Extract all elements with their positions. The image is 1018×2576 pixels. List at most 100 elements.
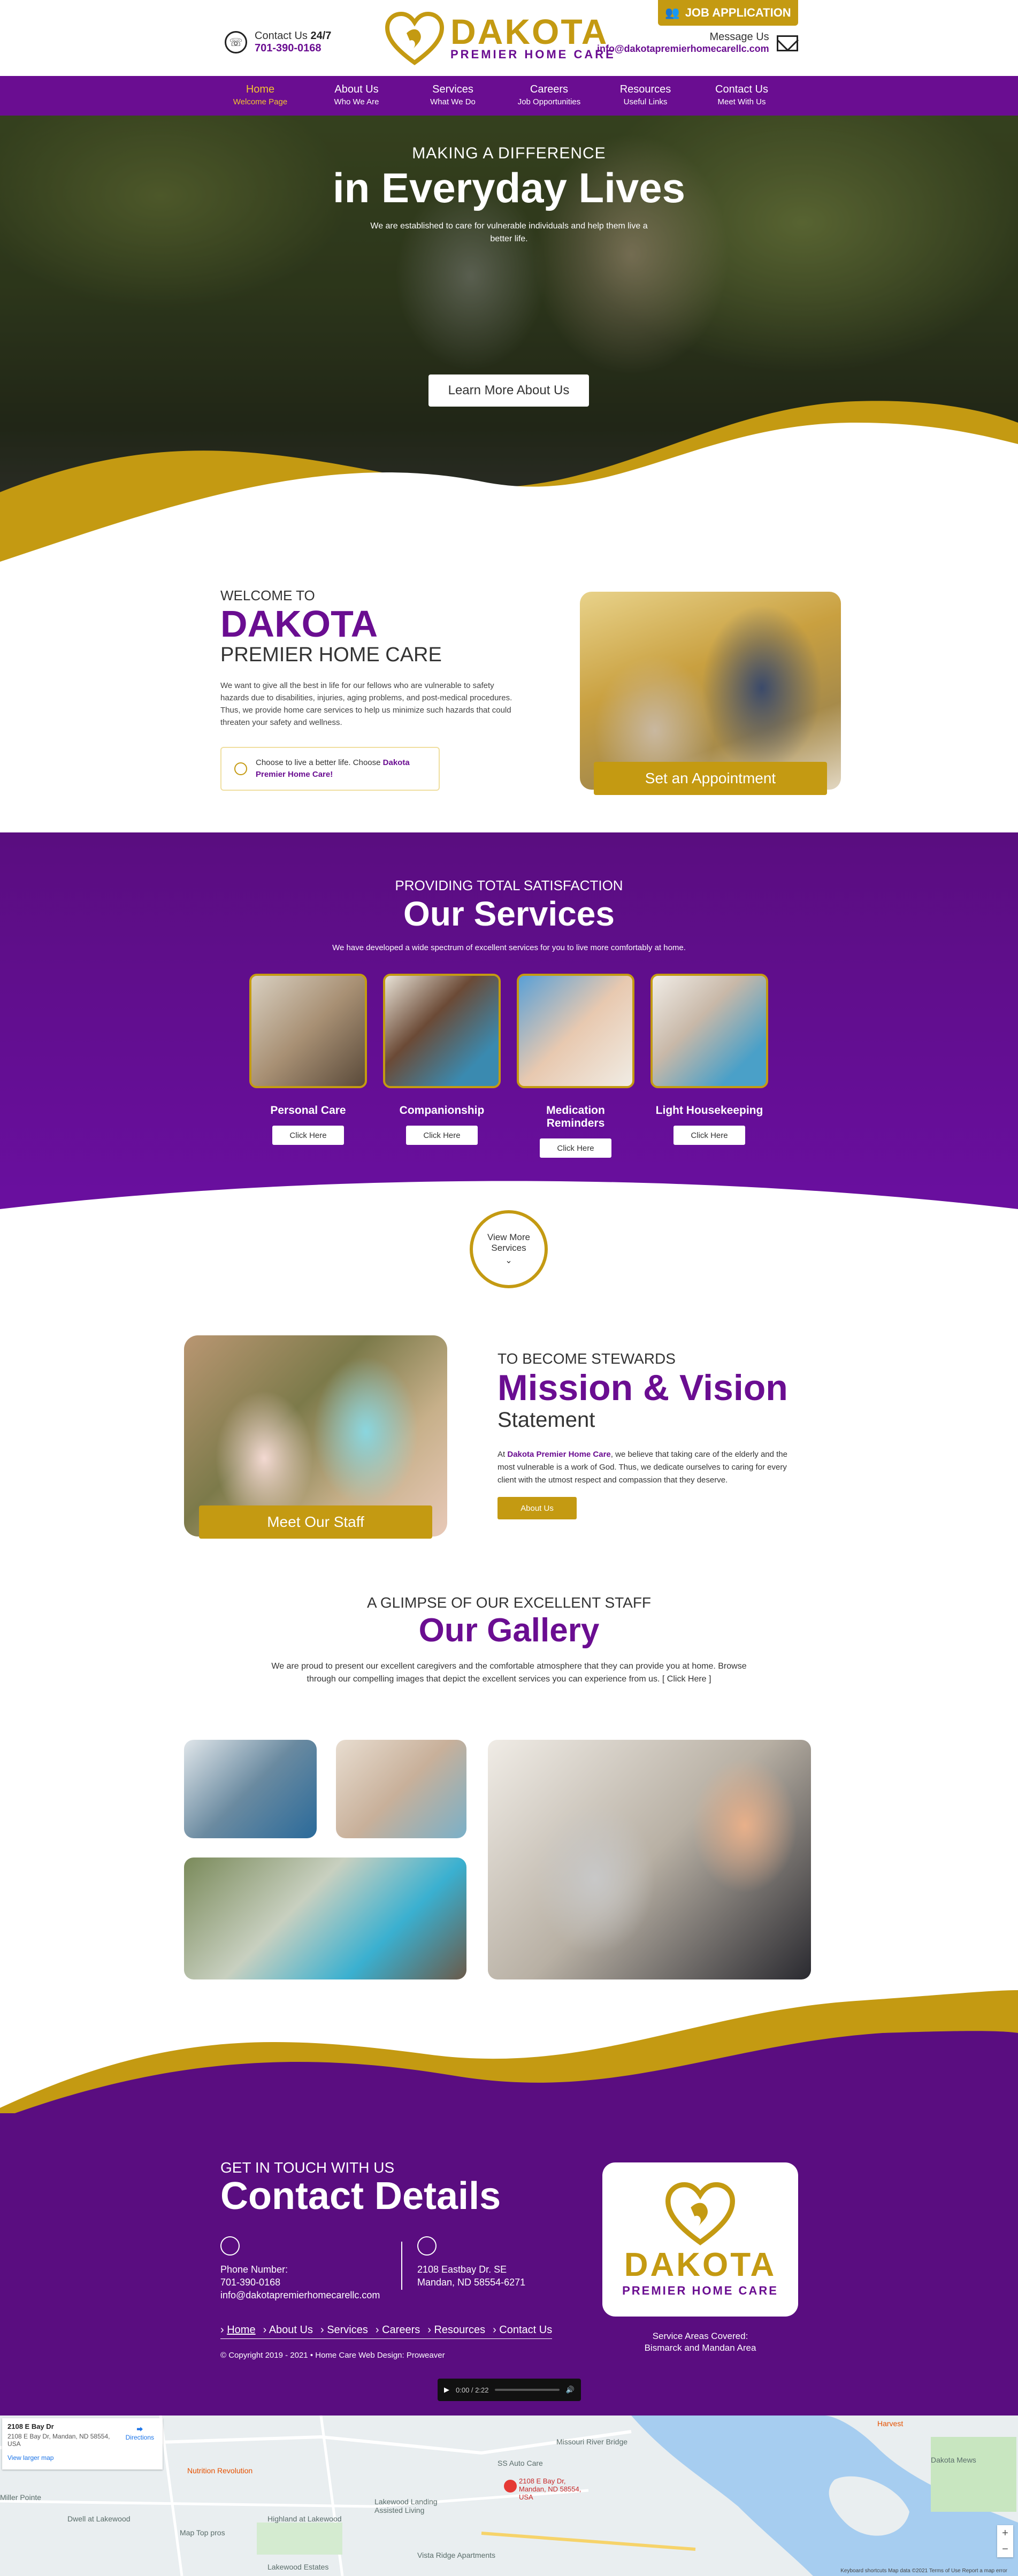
- services-header: PROVIDING TOTAL SATISFACTION Our Service…: [0, 877, 1018, 952]
- map-place: Lakewood Landing Assisted Living: [374, 2497, 438, 2514]
- phone-label: Phone Number:: [220, 2264, 288, 2275]
- zoom-in-icon[interactable]: +: [997, 2525, 1013, 2541]
- services-title: Our Services: [403, 895, 615, 933]
- footer-link-services[interactable]: › Services: [320, 2324, 368, 2336]
- nav-item-resources[interactable]: Resources Useful Links: [598, 76, 694, 116]
- set-appointment-button[interactable]: Set an Appointment: [594, 762, 827, 795]
- service-title: Light Housekeeping: [655, 1104, 763, 1117]
- zoom-out-icon[interactable]: −: [997, 2541, 1013, 2557]
- map-place: Nutrition Revolution: [187, 2466, 253, 2475]
- header-message[interactable]: Message Us info@dakotapremierhomecarellc…: [597, 31, 769, 55]
- map-footer[interactable]: Keyboard shortcuts Map data ©2021 Terms …: [840, 2568, 1007, 2574]
- directions-icon: ⮕: [136, 2426, 143, 2433]
- footer-links: › Home › About Us › Services › Careers ›…: [220, 2324, 553, 2339]
- footer-link-label: Careers: [382, 2324, 420, 2336]
- map-place: Map Top pros: [180, 2528, 225, 2537]
- header-phone[interactable]: 701-390-0168: [255, 42, 331, 55]
- envelope-icon[interactable]: [777, 35, 798, 51]
- main-nav: Home Welcome Page About Us Who We Are Serv…: [0, 76, 1018, 116]
- footer-link-contact[interactable]: › Contact Us: [493, 2324, 552, 2336]
- meet-our-staff-button[interactable]: Meet Our Staff: [199, 1505, 432, 1539]
- map-zoom-controls[interactable]: + −: [997, 2525, 1013, 2557]
- play-icon[interactable]: ▶: [444, 2386, 449, 2394]
- footer-link-resources[interactable]: › Resources: [427, 2324, 485, 2336]
- volume-icon[interactable]: 🔊: [566, 2386, 575, 2394]
- gallery-image[interactable]: [336, 1740, 466, 1838]
- nav-item-home[interactable]: Home Welcome Page: [212, 76, 309, 116]
- directions-label: Directions: [125, 2434, 154, 2441]
- service-photo: [249, 974, 367, 1088]
- nav-item-careers[interactable]: Careers Job Opportunities: [501, 76, 598, 116]
- caregiver-photo: [580, 592, 841, 790]
- map-place: Vista Ridge Apartments: [417, 2551, 496, 2559]
- address-line2: Mandan, ND 58554-6271: [417, 2277, 526, 2288]
- footer-link-careers[interactable]: › Careers: [376, 2324, 420, 2336]
- footer-link-label: Services: [327, 2324, 368, 2336]
- click-here-button[interactable]: Click Here: [272, 1126, 344, 1145]
- nav-sublabel: Welcome Page: [233, 97, 288, 106]
- directions-button[interactable]: ⮕ Directions: [126, 2425, 154, 2441]
- audio-progress[interactable]: [495, 2389, 560, 2391]
- gallery-image-large[interactable]: [488, 1740, 811, 1979]
- welcome-kicker: WELCOME TO: [220, 587, 315, 603]
- footer-link-label: About Us: [269, 2324, 313, 2336]
- click-here-button[interactable]: Click Here: [540, 1138, 611, 1158]
- hero-text: MAKING A DIFFERENCE in Everyday Lives We…: [0, 144, 1018, 246]
- audio-time: 0:00 / 2:22: [456, 2386, 489, 2394]
- services-top-curve: [0, 813, 1018, 845]
- welcome-title: DAKOTA: [220, 603, 378, 645]
- header-email[interactable]: info@dakotapremierhomecarellc.com: [597, 43, 769, 55]
- nav-item-about[interactable]: About Us Who We Are: [309, 76, 405, 116]
- contact-hours: 24/7: [310, 30, 332, 42]
- service-card-light-housekeeping: Light Housekeeping Click Here: [650, 974, 768, 1145]
- gallery-kicker: A GLIMPSE OF OUR EXCELLENT STAFF: [366, 1594, 652, 1611]
- contact-label: Contact Us: [255, 30, 308, 42]
- mission-subtitle: Statement: [497, 1408, 595, 1432]
- mission-kicker: TO BECOME STEWARDS: [497, 1350, 676, 1367]
- logo-name: DAKOTA: [450, 12, 609, 51]
- nav-label: About Us: [334, 83, 379, 95]
- hero-wave: [0, 401, 1018, 567]
- nav-label: Home: [246, 83, 275, 95]
- contact-header: GET IN TOUCH WITH US Contact Details: [220, 2159, 501, 2216]
- service-areas-label: Service Areas Covered:: [652, 2331, 748, 2341]
- hero-kicker: MAKING A DIFFERENCE: [412, 144, 606, 162]
- click-here-button[interactable]: Click Here: [673, 1126, 745, 1145]
- header-contact[interactable]: ☏ Contact Us 24/7 701-390-0168: [225, 30, 331, 55]
- footer-link-home[interactable]: › Home: [220, 2324, 256, 2336]
- gallery-image[interactable]: [184, 1858, 466, 1979]
- logo-subtitle: PREMIER HOME CARE: [450, 48, 616, 61]
- services-text: We have developed a wide spectrum of exc…: [332, 943, 686, 952]
- heart-logo-icon: [665, 2182, 735, 2245]
- click-here-button[interactable]: Click Here: [406, 1126, 478, 1145]
- nav-item-contact[interactable]: Contact Us Meet With Us: [694, 76, 790, 116]
- gallery-image[interactable]: [184, 1740, 317, 1838]
- welcome-subtitle: PREMIER HOME CARE: [220, 644, 442, 666]
- contact-phone[interactable]: 701-390-0168: [220, 2276, 380, 2289]
- view-more-services-button[interactable]: View More Services ⌄: [470, 1210, 548, 1288]
- view-larger-map-link[interactable]: View larger map: [7, 2454, 157, 2462]
- contact-title: Contact Details: [220, 2175, 501, 2218]
- services-kicker: PROVIDING TOTAL SATISFACTION: [395, 877, 623, 893]
- audio-player: ▶ 0:00 / 2:22 🔊: [438, 2379, 581, 2401]
- welcome-text: We want to give all the best in life for…: [220, 681, 512, 727]
- users-icon: 👥: [665, 6, 680, 19]
- footer-link-about[interactable]: › About Us: [263, 2324, 313, 2336]
- contact-kicker: GET IN TOUCH WITH US: [220, 2159, 395, 2176]
- gallery-text[interactable]: We are proud to present our excellent ca…: [269, 1660, 750, 1686]
- job-application-button[interactable]: 👥 JOB APPLICATION: [658, 0, 798, 26]
- mission-section: TO BECOME STEWARDS Mission & Vision Stat…: [497, 1350, 797, 1487]
- map-place: Highland at Lakewood: [267, 2514, 342, 2523]
- footer-logo-name: DAKOTA: [624, 2246, 777, 2283]
- nav-item-services[interactable]: Services What We Do: [405, 76, 501, 116]
- map-place: Missouri River Bridge: [556, 2437, 628, 2446]
- contact-email[interactable]: info@dakotapremierhomecarellc.com: [220, 2289, 380, 2302]
- service-photo: [650, 974, 768, 1088]
- footer-link-label: Resources: [434, 2324, 486, 2336]
- footer-logo-subtitle: PREMIER HOME CARE: [622, 2283, 778, 2297]
- site-logo[interactable]: DAKOTA PREMIER HOME CARE: [385, 12, 616, 65]
- map-place: Miller Pointe: [0, 2493, 42, 2502]
- map-place: Harvest: [877, 2419, 904, 2428]
- about-us-button[interactable]: About Us: [497, 1497, 577, 1519]
- view-more-line1: View More: [487, 1232, 530, 1242]
